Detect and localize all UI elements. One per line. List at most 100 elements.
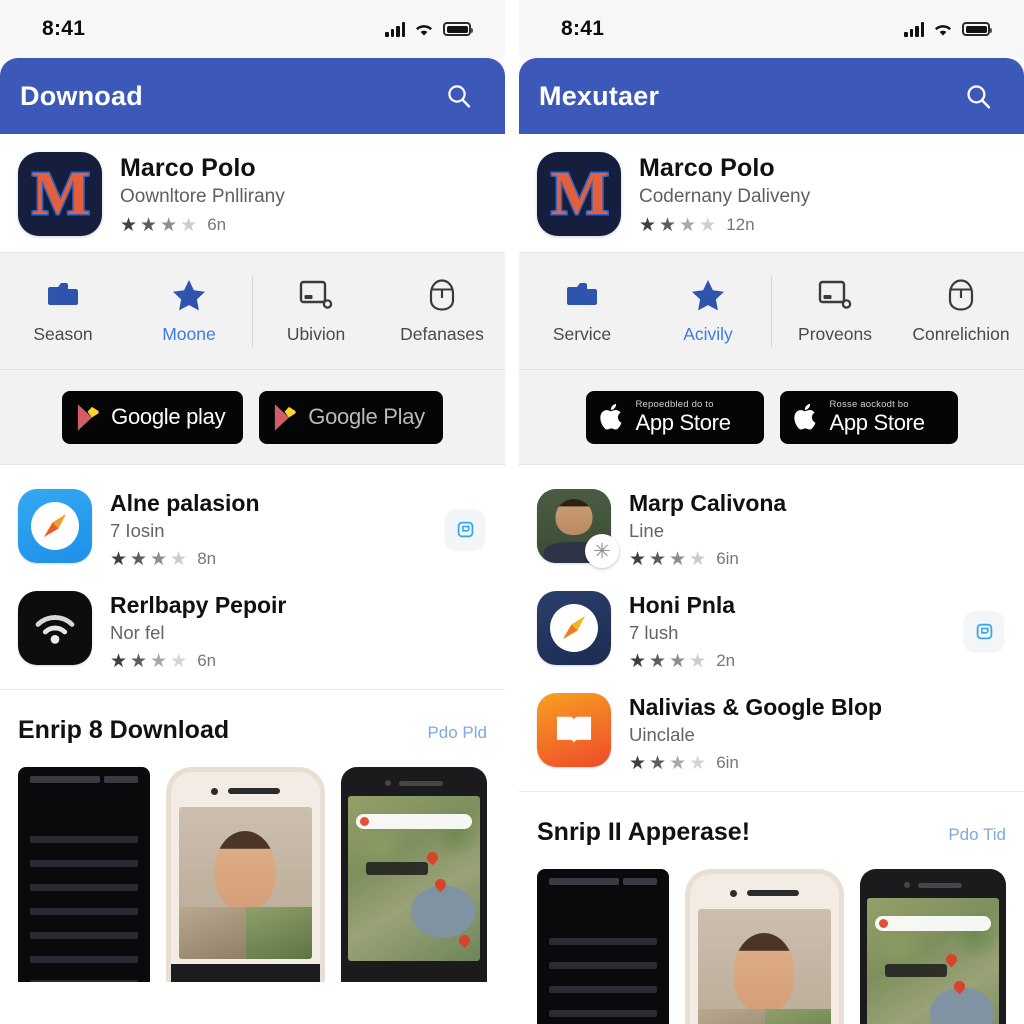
rating-row: ★ ★ ★ ★ 6in <box>629 753 946 773</box>
status-bar: 8:41 <box>0 0 505 58</box>
tab-acivily[interactable]: Acivily <box>645 278 771 345</box>
wifi-icon <box>933 22 953 37</box>
tab-group-primary: Season Moone <box>0 278 252 345</box>
list-item-subtitle: Uinclale <box>629 724 695 745</box>
rating-count: 2n <box>716 651 736 670</box>
featured-app-row[interactable]: M Marco Polo Oownltore Pnllirany ★ ★ ★ ★… <box>0 134 505 252</box>
screenshot-carousel[interactable] <box>537 869 1006 1024</box>
screenshots-section: Enrip 8 Download Pdo Pld <box>0 690 505 982</box>
google-play-badge-secondary[interactable]: Google Play <box>259 390 443 444</box>
list-item[interactable]: Honi Pnla 7 lush ★ ★ ★ ★ 2n <box>519 581 1024 683</box>
badge-main-text: Google play <box>111 404 226 429</box>
rating-row: ★ ★ ★ ★ 8n <box>110 549 427 569</box>
mock-screen <box>347 796 480 961</box>
tab-defanases[interactable]: Defanases <box>379 278 505 345</box>
featured-app-subtitle: Codernany Daliveny <box>639 186 811 207</box>
map-search-bar <box>355 814 473 830</box>
tab-ubivion[interactable]: Ubivion <box>253 278 379 345</box>
app-store-badge-secondary[interactable]: Rosse aockodt bo App Store <box>779 390 958 444</box>
rating-count: 12n <box>726 215 755 234</box>
mock-notch <box>179 784 311 798</box>
tab-strip: Season Moone Ubivion Defanases <box>0 252 505 370</box>
search-icon[interactable] <box>958 76 998 116</box>
compass-dial <box>31 502 79 550</box>
status-icon-group <box>904 21 992 37</box>
mouse-icon <box>947 278 975 312</box>
section-see-all-link[interactable]: Pdo Pld <box>427 723 487 743</box>
map-view <box>866 898 999 1024</box>
white-phone-portrait-screenshot[interactable] <box>166 767 325 982</box>
mock-rows <box>537 894 669 1024</box>
star-icon: ★ <box>689 650 707 672</box>
list-item[interactable]: Nalivias & Google Blop Uinclale ★ ★ ★ ★ … <box>519 683 1024 785</box>
list-item-meta: Nalivias & Google Blop Uinclale ★ ★ ★ ★ … <box>629 693 946 773</box>
star-icon: ★ <box>629 650 647 672</box>
tab-strip: Service Acivily Proveons Conrelichion <box>519 252 1024 370</box>
store-badge-row: Repoedbled do to App Store Rosse aockodt… <box>519 370 1024 465</box>
book-glyph <box>537 693 611 767</box>
section-title: Enrip 8 Download <box>18 716 230 744</box>
rating-count: 6in <box>716 753 739 772</box>
google-play-badge[interactable]: Google play <box>62 390 244 444</box>
status-icon-group <box>385 21 473 37</box>
section-see-all-link[interactable]: Pdo Tid <box>948 825 1006 845</box>
tab-moone[interactable]: Moone <box>126 278 252 345</box>
battery-icon <box>962 22 992 36</box>
badge-main-text: App Store <box>829 409 925 435</box>
cellular-bars-icon <box>385 21 405 37</box>
marco-polo-app-icon: M <box>18 152 102 236</box>
tab-proveons[interactable]: Proveons <box>772 278 898 345</box>
book-app-icon <box>537 693 611 767</box>
tab-conrelichion[interactable]: Conrelichion <box>898 278 1024 345</box>
tab-service[interactable]: Service <box>519 278 645 345</box>
section-title: Snrip II Apperase! <box>537 818 751 846</box>
featured-app-meta: Marco Polo Oownltore Pnllirany ★ ★ ★ ★ 6… <box>120 152 285 235</box>
install-icon[interactable] <box>445 509 485 549</box>
mock-screen <box>866 898 999 1024</box>
mouse-icon <box>428 278 456 312</box>
app-list: ✳ Marp Calivona Line ★ ★ ★ ★ 6in Honi Pn… <box>519 465 1024 792</box>
apple-logo <box>599 401 626 433</box>
dark-settings-screenshot[interactable] <box>537 869 670 1024</box>
screenshots-section: Snrip II Apperase! Pdo Tid <box>519 792 1024 1024</box>
badge-main-text: App Store <box>635 409 731 435</box>
wifi-glyph <box>18 591 92 665</box>
star-icon: ★ <box>120 214 138 236</box>
app-icon-letter: M <box>30 160 91 228</box>
star-icon: ★ <box>170 548 188 570</box>
rating-row: ★ ★ ★ ★ 12n <box>639 215 810 235</box>
list-item-meta: Rerlbapy Pepoir Nor fel ★ ★ ★ ★ 6n <box>110 591 427 671</box>
list-item-name: Nalivias & Google Blop <box>629 694 883 720</box>
app-store-badge[interactable]: Repoedbled do to App Store <box>585 390 764 444</box>
dark-settings-screenshot[interactable] <box>18 767 151 982</box>
compass-app-icon <box>537 591 611 665</box>
white-phone-portrait-screenshot[interactable] <box>685 869 844 1024</box>
window-icon <box>818 278 852 312</box>
black-phone-map-screenshot[interactable] <box>340 767 487 982</box>
featured-app-subtitle: Oownltore Pnllirany <box>120 186 285 207</box>
rating-count: 8n <box>197 549 217 568</box>
list-item[interactable]: Alne palasion 7 Iosin ★ ★ ★ ★ 8n <box>0 479 505 581</box>
star-icon <box>691 278 725 312</box>
star-icon: ★ <box>150 548 168 570</box>
mock-notch <box>698 886 830 900</box>
google-play-logo <box>273 403 298 432</box>
list-item[interactable]: ✳ Marp Calivona Line ★ ★ ★ ★ 6in <box>519 479 1024 581</box>
rating-row: ★ ★ ★ ★ 2n <box>629 651 946 671</box>
star-icon <box>172 278 206 312</box>
list-item[interactable]: Rerlbapy Pepoir Nor fel ★ ★ ★ ★ 6n <box>0 581 505 683</box>
star-icon: ★ <box>160 214 178 236</box>
black-phone-map-screenshot[interactable] <box>859 869 1006 1024</box>
featured-app-row[interactable]: M Marco Polo Codernany Daliveny ★ ★ ★ ★ … <box>519 134 1024 252</box>
list-item-name: Marp Calivona <box>629 490 787 516</box>
search-icon[interactable] <box>439 76 479 116</box>
install-icon[interactable] <box>964 611 1004 651</box>
rating-count: 6n <box>197 651 217 670</box>
tab-label: Season <box>33 323 93 344</box>
section-header: Snrip II Apperase! Pdo Tid <box>537 818 1006 847</box>
compass-dial <box>550 604 598 652</box>
mock-status-bar <box>18 767 150 792</box>
tab-season[interactable]: Season <box>0 278 126 345</box>
screenshot-carousel[interactable] <box>18 767 487 982</box>
contact-avatar: ✳ <box>537 489 619 568</box>
